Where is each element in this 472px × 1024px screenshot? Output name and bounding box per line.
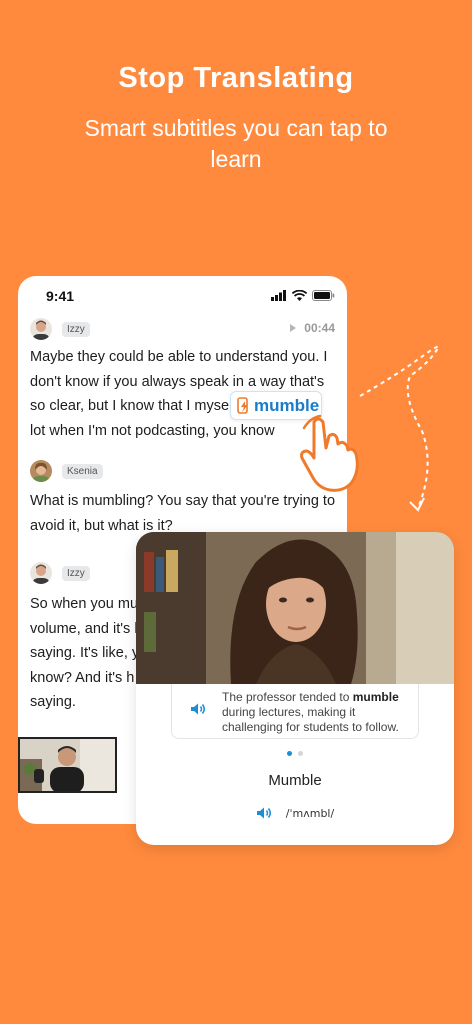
speaker-icon[interactable] [190,702,206,716]
pronunciation: /ˈmʌmbl/ [285,806,335,820]
speaker-icon[interactable] [256,806,272,820]
avatar-ksenia [30,460,52,482]
hand-pointer-icon [300,414,359,492]
avatar-izzy [30,562,52,584]
timestamp[interactable]: 00:44 [290,321,335,335]
example-sentence: The professor tended to mumble during le… [222,690,399,734]
flashcard[interactable]: The professor tended to mumble during le… [136,532,454,845]
video-thumbnail[interactable] [18,737,117,793]
hero-subtitle: Smart subtitles you can tap to learn [84,115,388,172]
speaker-row: Izzy [30,318,90,340]
example-sentence-box: The professor tended to mumble during le… [171,684,419,739]
hero-title: Stop Translating [118,62,354,94]
flashcard-word: Mumble [268,772,322,789]
example-photo [136,532,454,684]
speaker-row: Izzy [30,562,90,584]
timestamp-text: 00:44 [304,321,335,335]
pagination-dots[interactable] [136,751,454,756]
wifi-icon [292,290,307,301]
play-icon[interactable] [290,324,297,332]
pronunciation-row: /ˈmʌmbl/ [136,806,454,820]
avatar-izzy [30,318,52,340]
status-time: 9:41 [46,288,75,304]
signal-icon [271,290,286,301]
transcript-text[interactable]: So when you mu volume, and it's h saying. … [30,592,150,715]
speaker-name: Izzy [62,565,90,581]
speaker-name: Ksenia [62,463,103,479]
page-dot-active[interactable] [287,751,292,756]
page-dot[interactable] [298,751,303,756]
battery-icon [312,290,335,301]
status-icons [271,290,335,301]
lightning-card-icon [237,396,248,414]
speaker-row: Ksenia [30,460,103,482]
highlighted-word: mumble [254,395,320,415]
transcript-text[interactable]: What is mumbling? You say that you're tr… [30,489,335,538]
speaker-name: Izzy [62,321,90,337]
